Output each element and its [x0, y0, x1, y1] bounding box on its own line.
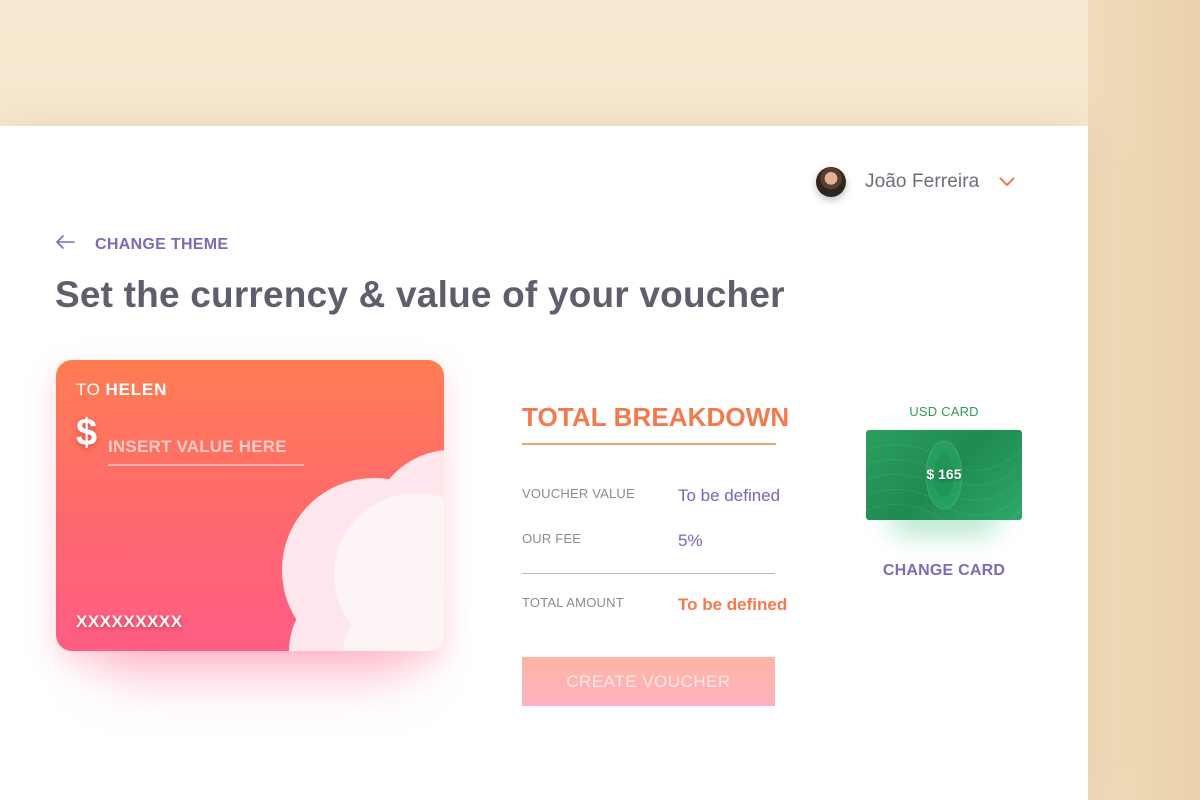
user-menu[interactable]: João Ferreira	[816, 166, 1017, 198]
arrow-left-icon	[55, 234, 75, 255]
main-panel: João Ferreira CHANGE THEME Set the curre…	[0, 126, 1088, 800]
chevron-down-icon[interactable]	[997, 172, 1017, 192]
currency-symbol: $	[76, 412, 98, 454]
usd-card-label: USD CARD	[909, 404, 979, 419]
background-right-strip	[1088, 0, 1200, 800]
avatar[interactable]	[816, 167, 846, 197]
fee-label: OUR FEE	[522, 531, 582, 546]
voucher-recipient: TO HELEN	[76, 380, 167, 400]
fee-value: 5%	[678, 531, 703, 550]
recipient-name: HELEN	[105, 380, 168, 399]
breakdown-title: TOTAL BREAKDOWN	[522, 402, 790, 432]
breakdown-title-underline	[522, 443, 776, 445]
change-card-button[interactable]: CHANGE CARD	[866, 562, 1022, 580]
create-voucher-button[interactable]: CREATE VOUCHER	[522, 657, 775, 706]
user-name: João Ferreira	[865, 171, 980, 192]
back-link[interactable]: CHANGE THEME	[55, 234, 228, 255]
usd-card-amount: $ 165	[926, 466, 962, 482]
page-title: Set the currency & value of your voucher	[55, 274, 785, 315]
voucher-value-input[interactable]	[108, 430, 304, 466]
voucher-value: To be defined	[678, 486, 781, 505]
total-amount-label: TOTAL AMOUNT	[522, 595, 624, 610]
voucher-value-label: VOUCHER VALUE	[522, 486, 635, 501]
recipient-prefix: TO	[76, 380, 106, 399]
card-number: XXXXXXXXX	[76, 612, 183, 631]
voucher-card: TO HELEN $ XXXXXXXXX	[56, 360, 444, 651]
usd-card[interactable]: $ 165	[866, 430, 1022, 520]
back-link-label: CHANGE THEME	[95, 235, 229, 253]
breakdown-divider	[522, 573, 775, 574]
total-amount-value: To be defined	[678, 595, 788, 614]
cloud-decoration	[282, 450, 444, 651]
